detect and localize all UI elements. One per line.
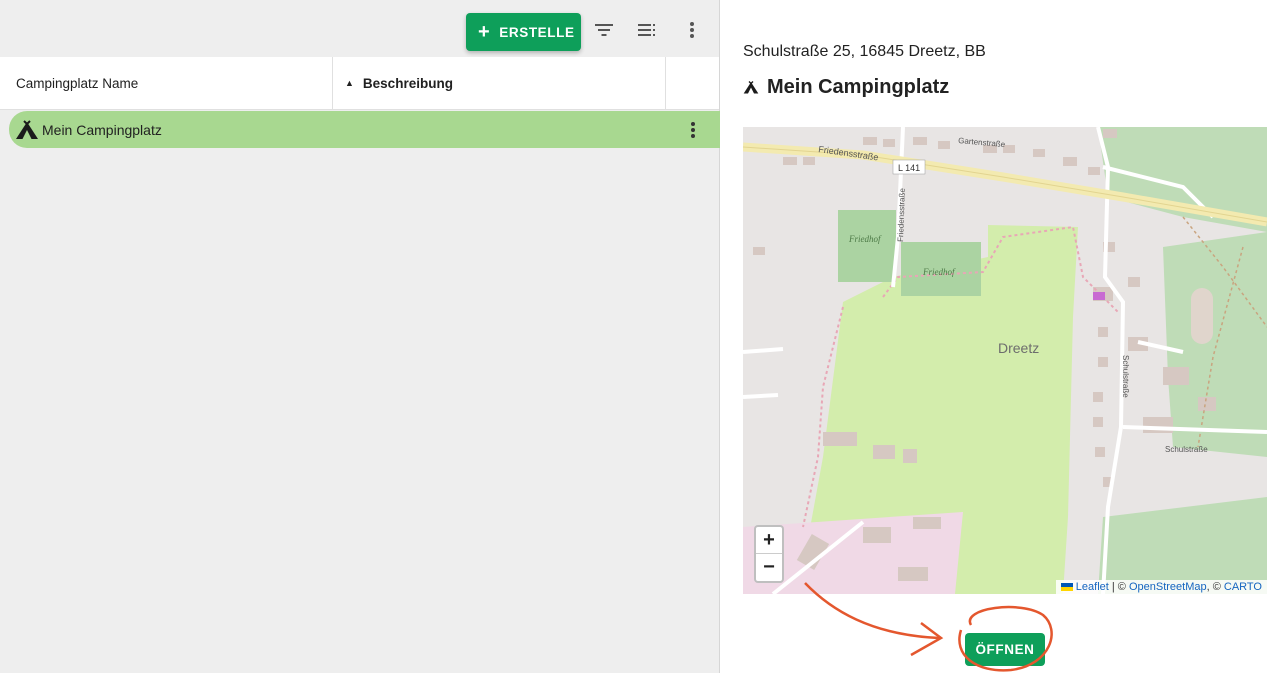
- leaflet-link[interactable]: Leaflet: [1076, 581, 1109, 593]
- map-attribution: Leaflet | © OpenStreetMap , © CARTO: [1055, 580, 1267, 594]
- table-header: Campingplatz Name ▲ Beschreibung: [0, 57, 719, 110]
- column-header-description[interactable]: ▲ Beschreibung: [333, 57, 666, 109]
- map-label-l141: L 141: [898, 163, 920, 173]
- view-columns-icon[interactable]: [635, 18, 659, 42]
- column-header-name-label: Campingplatz Name: [16, 75, 139, 91]
- tent-icon: [15, 119, 39, 140]
- map-label-friedhof-1: Friedhof: [848, 234, 882, 244]
- more-vert-icon[interactable]: [680, 18, 704, 42]
- sort-ascending-icon: ▲: [345, 78, 354, 88]
- open-button[interactable]: ÖFFNEN: [965, 633, 1045, 666]
- tent-icon: [743, 80, 759, 95]
- address: Schulstraße 25, 16845 Dreetz, BB: [743, 43, 986, 60]
- zoom-out-button[interactable]: −: [756, 554, 782, 581]
- map[interactable]: Dreetz Friedensstraße L 141 Gartenstraße…: [743, 127, 1267, 594]
- table-row[interactable]: Mein Campingplatz: [9, 111, 720, 148]
- create-button[interactable]: + ERSTELLE: [466, 13, 581, 51]
- detail-title-text: Mein Campingplatz: [767, 76, 950, 98]
- carto-link[interactable]: CARTO: [1224, 581, 1262, 593]
- map-label-dreetz: Dreetz: [998, 340, 1039, 356]
- column-header-name[interactable]: Campingplatz Name: [0, 57, 333, 109]
- map-label-schulstrasse-v: Schulstraße: [1121, 355, 1130, 398]
- column-header-description-label: Beschreibung: [362, 75, 453, 91]
- row-more-vert-icon[interactable]: [688, 120, 698, 140]
- map-label-schulstrasse-h: Schulstraße: [1165, 445, 1208, 454]
- openstreetmap-link[interactable]: OpenStreetMap: [1129, 581, 1207, 593]
- create-button-label: ERSTELLE: [499, 24, 575, 40]
- column-header-actions: [666, 57, 719, 109]
- map-label-friedensstrasse-side: Friedensstraße: [896, 187, 907, 242]
- plus-icon: +: [478, 21, 491, 43]
- zoom-control: + −: [754, 525, 784, 583]
- campground-list-panel: + ERSTELLE Campingplatz Name ▲ Beschreib…: [0, 0, 720, 673]
- zoom-in-button[interactable]: +: [756, 527, 782, 554]
- detail-title: Mein Campingplatz: [743, 76, 949, 99]
- attribution-separator: | ©: [1108, 581, 1129, 593]
- ukraine-flag-icon: [1060, 583, 1073, 591]
- row-name: Mein Campingplatz: [42, 121, 162, 138]
- map-tiles: Dreetz Friedensstraße L 141 Gartenstraße…: [743, 127, 1267, 594]
- filter-icon[interactable]: [592, 18, 616, 42]
- map-label-friedhof-2: Friedhof: [922, 267, 956, 277]
- attribution-separator-2: , ©: [1206, 581, 1224, 593]
- campground-detail-panel: Schulstraße 25, 16845 Dreetz, BB Mein Ca…: [721, 0, 1280, 673]
- list-toolbar: + ERSTELLE: [0, 0, 719, 57]
